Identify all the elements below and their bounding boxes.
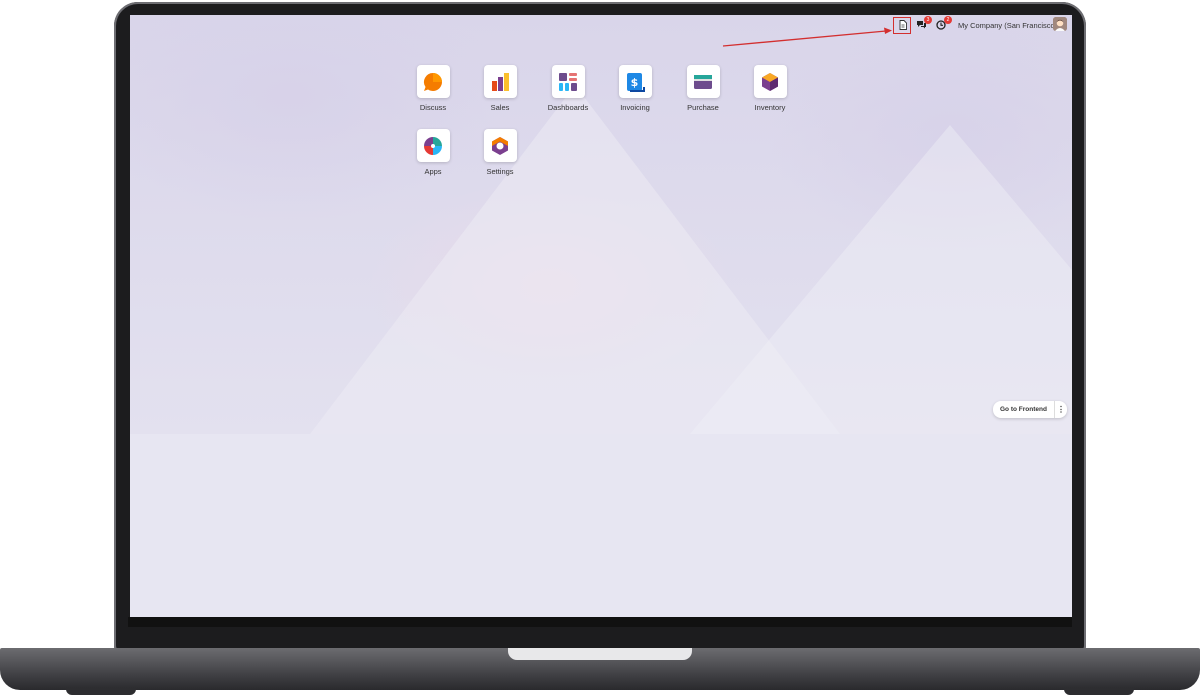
app-tile <box>551 65 585 98</box>
app-purchase[interactable]: Purchase <box>673 65 733 112</box>
activities-badge: 2 <box>944 16 952 24</box>
laptop-foot <box>66 688 136 695</box>
app-tile <box>416 65 450 98</box>
go-to-frontend-label: Go to Frontend <box>1000 406 1047 413</box>
app-invoicing[interactable]: $ Invoicing <box>605 65 665 112</box>
dashboards-icon <box>559 72 577 91</box>
app-label: Dashboards <box>547 103 589 112</box>
app-label: Purchase <box>687 103 719 112</box>
app-tile <box>416 129 450 162</box>
user-avatar[interactable] <box>1053 17 1067 31</box>
app-tile: $ <box>618 65 652 98</box>
app-label: Apps <box>424 167 442 176</box>
messages-badge: 3 <box>924 16 932 24</box>
sales-icon <box>492 72 509 91</box>
svg-text:$: $ <box>631 76 639 89</box>
app-label: Discuss <box>419 103 447 112</box>
settings-icon <box>492 136 508 155</box>
app-tile <box>753 65 787 98</box>
purchase-icon <box>694 74 712 89</box>
app-settings[interactable]: Settings <box>470 129 530 176</box>
home-wallpaper <box>130 15 1072 434</box>
screen: 3 2 My Company (San Francisco) Discuss S… <box>130 15 1072 617</box>
app-label: Invoicing <box>620 103 650 112</box>
wallpaper-mountain <box>690 125 1072 434</box>
app-sales[interactable]: Sales <box>470 65 530 112</box>
app-apps[interactable]: Apps <box>403 129 463 176</box>
app-tile <box>483 129 517 162</box>
app-inventory[interactable]: Inventory <box>740 65 800 112</box>
laptop-notch <box>508 648 692 660</box>
messaging-menu[interactable]: 3 <box>914 16 932 31</box>
app-tile <box>483 65 517 98</box>
activity-menu[interactable]: 2 <box>934 16 952 31</box>
go-to-frontend-button[interactable]: Go to Frontend ⋮ <box>993 401 1067 418</box>
laptop-foot <box>1064 688 1134 695</box>
annotation-arrow-icon <box>722 27 892 47</box>
app-label: Inventory <box>754 103 786 112</box>
highlight-box <box>893 17 911 34</box>
invoicing-icon: $ <box>627 72 645 92</box>
app-tile <box>686 65 720 98</box>
app-discuss[interactable]: Discuss <box>403 65 463 112</box>
inventory-icon <box>762 72 778 91</box>
more-options-icon[interactable]: ⋮ <box>1053 401 1067 418</box>
apps-icon <box>424 136 442 155</box>
app-label: Sales <box>490 103 510 112</box>
discuss-icon <box>423 72 442 91</box>
company-switcher[interactable]: My Company (San Francisco) <box>958 21 1057 30</box>
app-label: Settings <box>486 167 514 176</box>
screen-bezel-bottom <box>128 617 1072 627</box>
app-dashboards[interactable]: Dashboards <box>538 65 598 112</box>
